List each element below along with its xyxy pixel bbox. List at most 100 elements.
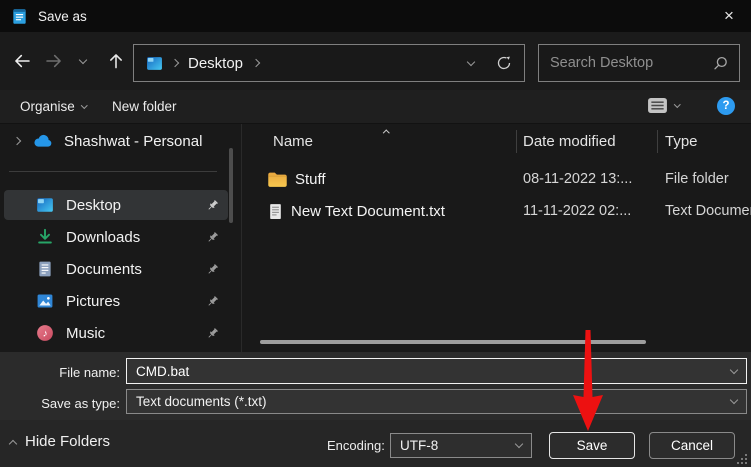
search-input[interactable] — [550, 55, 713, 71]
sidebar-item-pictures[interactable]: Pictures — [4, 286, 228, 316]
sidebar-item-documents[interactable]: Documents — [4, 254, 228, 284]
chevron-down-icon — [467, 57, 475, 65]
search-icon — [713, 56, 728, 71]
chevron-down-icon — [79, 55, 87, 63]
titlebar: Save as × — [0, 0, 751, 32]
file-row-new-text-document[interactable]: New Text Document.txt 11-11-2022 02:... … — [254, 196, 751, 226]
sidebar-item-label: Shashwat - Personal — [64, 133, 202, 150]
desktop-location-icon — [146, 55, 163, 72]
music-icon: ♪ — [36, 324, 54, 342]
text-file-icon — [267, 203, 284, 220]
file-name-cell: New Text Document.txt — [291, 203, 445, 220]
sort-ascending-icon — [384, 122, 389, 140]
sidebar-item-downloads[interactable]: Downloads — [4, 222, 228, 252]
back-button[interactable] — [9, 48, 35, 74]
pin-icon — [206, 231, 219, 244]
forward-button[interactable] — [41, 48, 67, 74]
sidebar-item-label: Desktop — [66, 197, 206, 214]
file-name-combobox — [126, 358, 747, 384]
resize-grip[interactable] — [737, 454, 748, 465]
list-view-icon — [647, 97, 668, 114]
help-button[interactable]: ? — [717, 97, 735, 115]
notepad-icon — [11, 8, 28, 25]
navigation-bar: Desktop — [0, 32, 751, 90]
window-title: Save as — [38, 9, 87, 24]
close-button[interactable]: × — [716, 4, 742, 28]
save-as-type-label: Save as type: — [0, 396, 120, 411]
chevron-down-icon[interactable] — [730, 365, 738, 373]
pin-icon — [206, 263, 219, 276]
onedrive-cloud-icon — [33, 134, 53, 148]
navigation-pane: Shashwat - Personal Desktop — [0, 124, 240, 352]
organise-label: Organise — [20, 99, 75, 114]
pin-icon — [206, 327, 219, 340]
file-date-cell: 08-11-2022 13:... — [523, 171, 632, 187]
expand-chevron-icon — [13, 137, 21, 145]
pictures-icon — [36, 292, 54, 310]
new-folder-label: New folder — [112, 99, 177, 114]
save-as-type-select[interactable]: Text documents (*.txt) — [126, 389, 747, 414]
encoding-value: UTF-8 — [400, 438, 516, 453]
column-header-name[interactable]: Name — [273, 133, 313, 150]
sidebar-scrollbar[interactable] — [229, 148, 233, 223]
column-header-type[interactable]: Type — [665, 133, 698, 150]
refresh-icon — [496, 55, 512, 71]
refresh-button[interactable] — [496, 55, 512, 71]
search-box — [538, 44, 740, 82]
chevron-down-icon — [730, 396, 738, 404]
chevron-down-icon — [81, 102, 87, 108]
recent-locations-button[interactable] — [74, 48, 92, 74]
svg-text:♪: ♪ — [42, 329, 47, 340]
column-divider[interactable] — [657, 130, 658, 153]
toolbar: Organise New folder ? — [0, 90, 751, 124]
save-as-dialog: Save as × Desktop — [0, 0, 751, 467]
file-name-input[interactable] — [136, 364, 731, 379]
downloads-icon — [36, 228, 54, 246]
chevron-down-icon — [515, 440, 523, 448]
desktop-icon — [36, 196, 54, 214]
breadcrumb-separator-icon — [252, 59, 260, 67]
chevron-down-icon — [674, 101, 680, 107]
file-date-cell: 11-11-2022 02:... — [523, 203, 631, 219]
hide-folders-button[interactable]: Hide Folders — [10, 433, 110, 450]
file-name-label: File name: — [0, 365, 120, 380]
sidebar-item-label: Documents — [66, 261, 206, 278]
file-type-cell: File folder — [665, 171, 729, 187]
save-button[interactable]: Save — [549, 432, 635, 459]
breadcrumb-separator-icon — [171, 59, 179, 67]
documents-icon — [36, 260, 54, 278]
file-name-cell: Stuff — [295, 171, 326, 188]
encoding-label: Encoding: — [327, 438, 385, 453]
file-row-stuff[interactable]: Stuff 08-11-2022 13:... File folder — [254, 164, 751, 194]
sidebar-item-music[interactable]: ♪ Music — [4, 318, 228, 348]
folder-icon — [267, 171, 288, 188]
horizontal-scrollbar[interactable] — [260, 340, 646, 344]
filename-panel: File name: Save as type: Text documents … — [0, 352, 751, 420]
new-folder-button[interactable]: New folder — [112, 90, 177, 123]
column-header-date-modified[interactable]: Date modified — [523, 133, 616, 150]
organise-button[interactable]: Organise — [20, 90, 86, 123]
view-options-button[interactable] — [647, 97, 680, 114]
chevron-up-icon — [9, 439, 17, 447]
file-list: Name Date modified Type Stuff 08-11-2022… — [242, 124, 751, 352]
column-divider[interactable] — [516, 130, 517, 153]
up-button[interactable] — [103, 48, 129, 74]
hide-folders-label: Hide Folders — [25, 433, 110, 450]
breadcrumb-item-desktop[interactable]: Desktop — [188, 55, 243, 72]
sidebar-item-desktop[interactable]: Desktop — [4, 190, 228, 220]
file-type-cell: Text Document — [665, 203, 751, 219]
content-area: Shashwat - Personal Desktop — [0, 124, 751, 352]
cancel-button[interactable]: Cancel — [649, 432, 735, 459]
pin-icon — [206, 199, 219, 212]
sidebar-item-label: Music — [66, 325, 206, 342]
sidebar-item-label: Pictures — [66, 293, 206, 310]
sidebar-item-onedrive[interactable]: Shashwat - Personal — [0, 127, 230, 155]
encoding-select[interactable]: UTF-8 — [390, 433, 532, 458]
save-as-type-value: Text documents (*.txt) — [136, 394, 731, 409]
address-bar[interactable]: Desktop — [133, 44, 525, 82]
sidebar-divider — [9, 171, 217, 172]
sidebar-item-label: Downloads — [66, 229, 206, 246]
pin-icon — [206, 295, 219, 308]
footer-bar: Hide Folders Encoding: UTF-8 Save Cancel — [0, 420, 751, 467]
address-dropdown-button[interactable] — [468, 59, 474, 68]
